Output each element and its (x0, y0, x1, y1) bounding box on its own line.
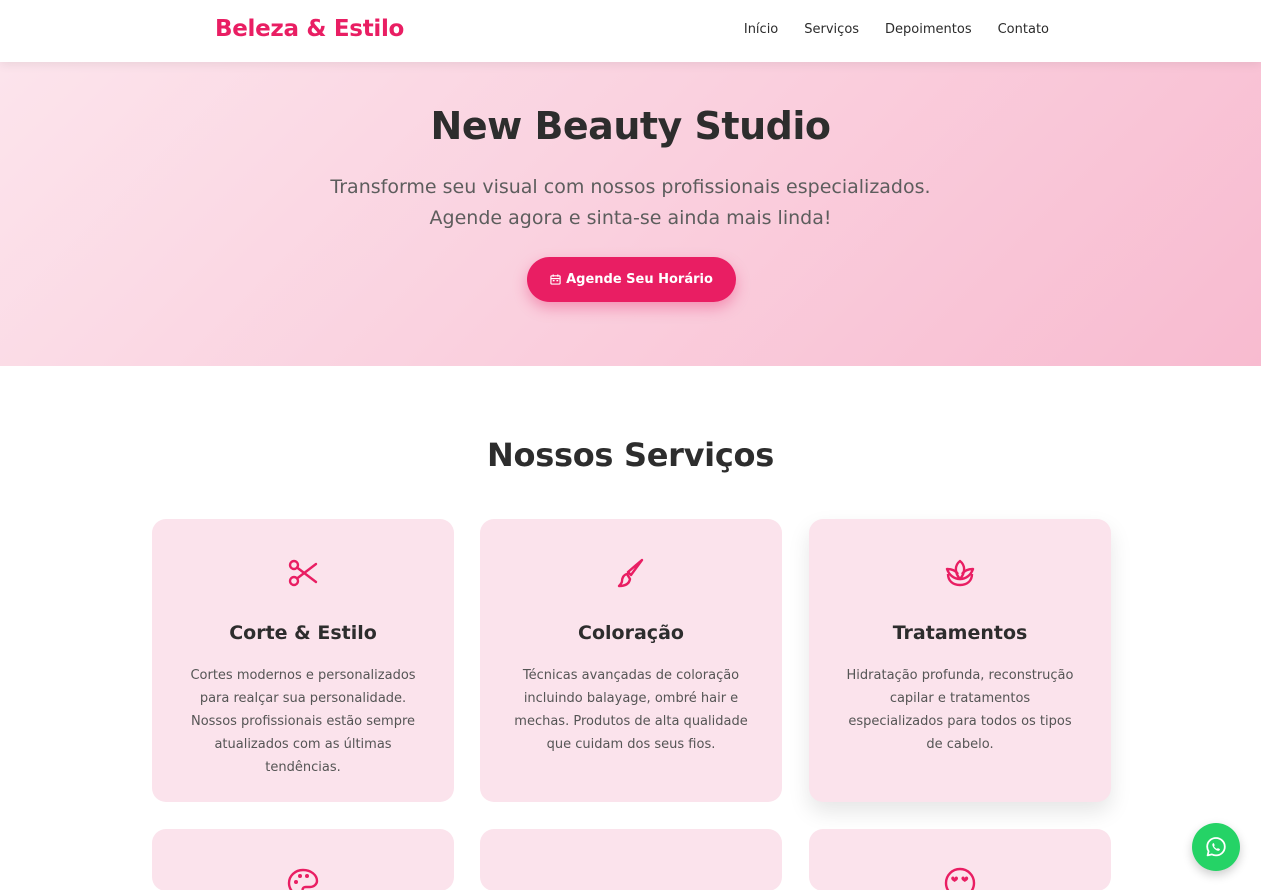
hero-section: New Beauty Studio Transforme seu visual … (0, 62, 1261, 366)
palette-icon (287, 868, 319, 890)
calendar-icon (550, 274, 561, 285)
hero-subtitle-line1: Transforme seu visual com nossos profiss… (330, 176, 931, 198)
nav-links: Início Serviços Depoimentos Contato (744, 22, 1049, 37)
whatsapp-icon (1206, 837, 1226, 857)
book-appointment-button[interactable]: Agende Seu Horário (527, 257, 736, 302)
service-card-row2-2[interactable] (480, 829, 782, 890)
service-card-title: Corte & Estilo (229, 622, 377, 644)
hero-title: New Beauty Studio (430, 104, 831, 148)
scissors-icon (288, 559, 318, 587)
service-card-tratamentos[interactable]: Tratamentos Hidratação profunda, reconst… (809, 519, 1111, 802)
service-card-corte[interactable]: Corte & Estilo Cortes modernos e persona… (152, 519, 454, 802)
service-card-row2-3[interactable] (809, 829, 1111, 890)
nav-link-servicos[interactable]: Serviços (804, 22, 859, 37)
services-title: Nossos Serviços (487, 436, 774, 474)
navbar: Beleza & Estilo Início Serviços Depoimen… (0, 0, 1261, 62)
nav-link-depoimentos[interactable]: Depoimentos (885, 22, 972, 37)
nav-link-contato[interactable]: Contato (998, 22, 1049, 37)
service-card-title: Tratamentos (892, 622, 1028, 644)
lotus-icon (945, 559, 975, 587)
service-card-coloracao[interactable]: Coloração Técnicas avançadas de coloraçã… (480, 519, 782, 802)
nav-link-inicio[interactable]: Início (744, 22, 778, 37)
service-card-title: Coloração (578, 622, 684, 644)
hero-subtitle-line2: Agende agora e sinta-se ainda mais linda… (429, 207, 832, 229)
service-card-row2-1[interactable] (152, 829, 454, 890)
whatsapp-button[interactable] (1192, 823, 1240, 871)
brush-icon (617, 558, 644, 588)
service-card-text: Técnicas avançadas de coloração incluind… (514, 668, 748, 752)
service-card-text: Cortes modernos e personalizados para re… (190, 668, 416, 775)
hero-subtitle: Transforme seu visual com nossos profiss… (0, 172, 1261, 234)
heart-eyes-icon (944, 867, 976, 890)
book-appointment-label: Agende Seu Horário (566, 272, 713, 287)
brand-logo[interactable]: Beleza & Estilo (215, 16, 404, 42)
service-card-text: Hidratação profunda, reconstrução capila… (846, 668, 1074, 752)
